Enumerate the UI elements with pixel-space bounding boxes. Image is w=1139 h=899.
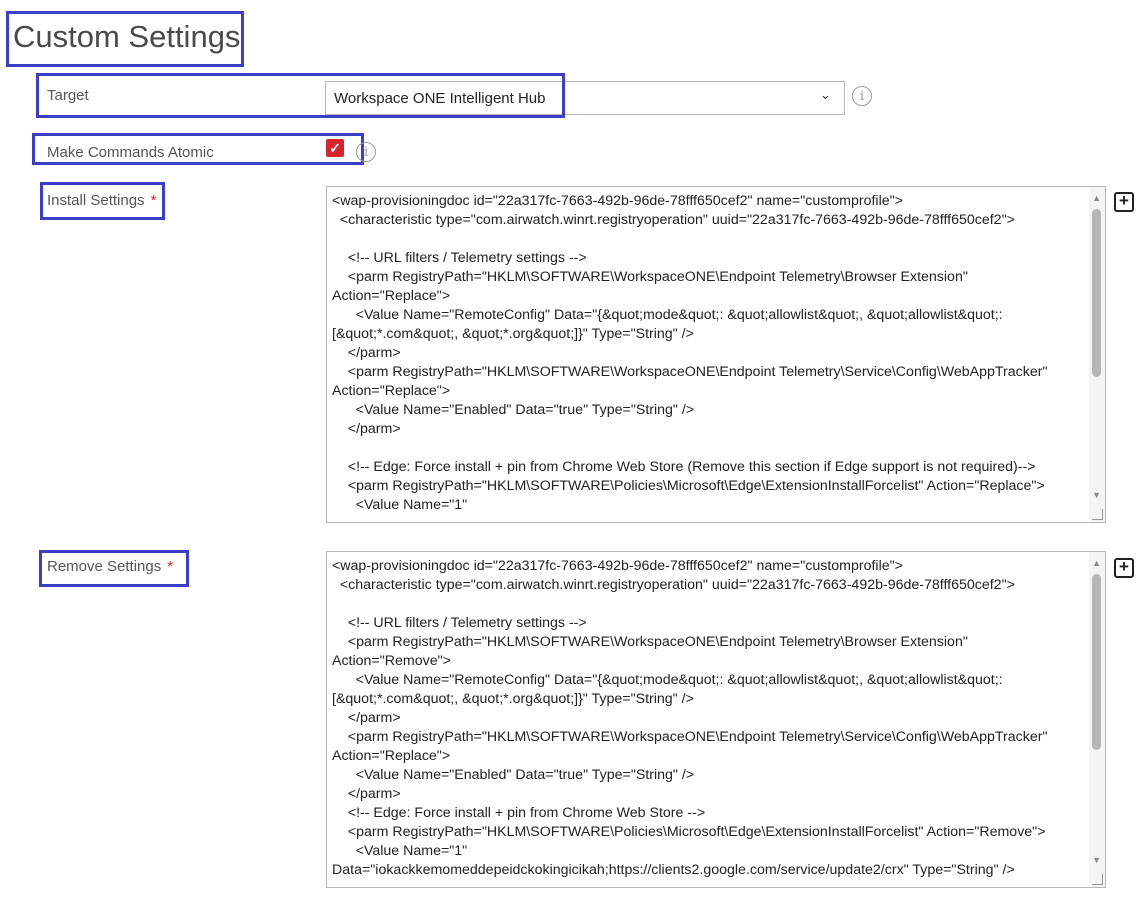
resize-handle-icon[interactable] bbox=[1092, 874, 1103, 885]
scrollbar-thumb[interactable] bbox=[1092, 574, 1101, 750]
plus-square-icon: + bbox=[1119, 191, 1129, 210]
target-highlight-box bbox=[36, 73, 565, 118]
remove-add-button[interactable]: + bbox=[1114, 558, 1134, 578]
plus-square-icon: + bbox=[1119, 557, 1129, 576]
install-settings-label-text: Install Settings bbox=[47, 192, 145, 209]
info-icon[interactable]: i bbox=[356, 142, 376, 162]
atomic-checkbox[interactable]: ✓ bbox=[326, 139, 344, 157]
chevron-down-icon[interactable]: ⌄ bbox=[820, 87, 831, 103]
page-title: Custom Settings bbox=[13, 19, 241, 54]
install-add-button[interactable]: + bbox=[1114, 192, 1134, 212]
scroll-down-icon[interactable]: ▼ bbox=[1092, 490, 1101, 500]
checkmark-icon: ✓ bbox=[329, 140, 341, 156]
resize-handle-icon[interactable] bbox=[1092, 509, 1103, 520]
scroll-up-icon[interactable]: ▲ bbox=[1092, 193, 1101, 203]
scrollbar[interactable]: ▲ ▼ bbox=[1089, 552, 1105, 887]
install-settings-label: Install Settings * bbox=[47, 192, 156, 209]
remove-settings-textarea[interactable]: <wap-provisioningdoc id="22a317fc-7663-4… bbox=[326, 551, 1106, 888]
install-settings-textarea[interactable]: <wap-provisioningdoc id="22a317fc-7663-4… bbox=[326, 186, 1106, 523]
atomic-label: Make Commands Atomic bbox=[47, 144, 214, 161]
required-mark: * bbox=[150, 192, 157, 209]
scrollbar-thumb[interactable] bbox=[1092, 209, 1101, 377]
remove-settings-label: Remove Settings * bbox=[47, 558, 173, 575]
info-icon[interactable]: i bbox=[852, 86, 872, 106]
remove-settings-code: <wap-provisioningdoc id="22a317fc-7663-4… bbox=[332, 558, 1048, 878]
required-mark: * bbox=[167, 558, 174, 575]
scrollbar[interactable]: ▲ ▼ bbox=[1089, 187, 1105, 522]
scroll-down-icon[interactable]: ▼ bbox=[1092, 855, 1101, 865]
scroll-up-icon[interactable]: ▲ bbox=[1092, 558, 1101, 568]
install-settings-code: <wap-provisioningdoc id="22a317fc-7663-4… bbox=[332, 193, 1048, 513]
target-label: Target bbox=[47, 87, 89, 104]
remove-settings-label-text: Remove Settings bbox=[47, 558, 162, 575]
